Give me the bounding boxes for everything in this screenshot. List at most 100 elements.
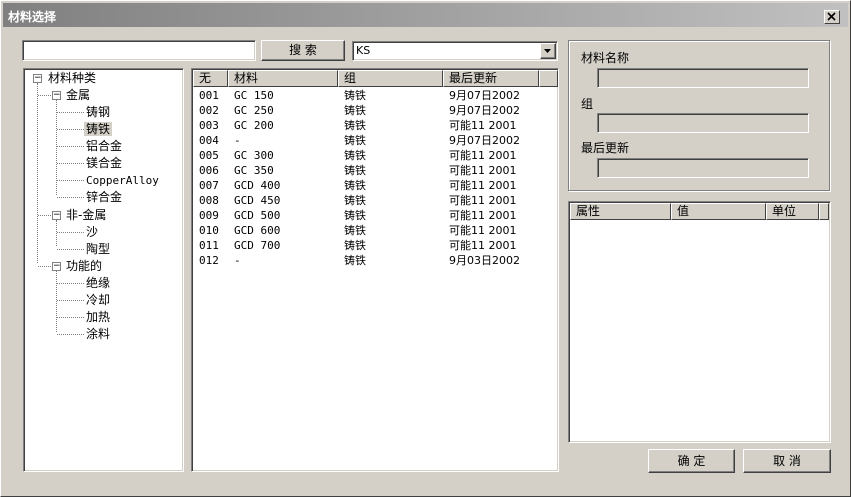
column-header-group[interactable]: 组 — [338, 70, 443, 87]
close-icon — [827, 12, 836, 21]
table-row[interactable]: 006 GC 350 铸铁 可能11 2001 — [193, 163, 538, 178]
tree-line — [38, 215, 51, 216]
cell-no: 006 — [199, 164, 219, 177]
tree-item-magnesium-alloy[interactable]: 镁合金 — [86, 155, 122, 172]
tree-item-sand[interactable]: 沙 — [86, 224, 98, 241]
tree-item-label: 铸钢 — [86, 105, 111, 119]
table-row[interactable]: 009 GCD 500 铸铁 可能11 2001 — [193, 208, 538, 223]
cell-last-updated: 9月07日2002 — [449, 89, 520, 102]
material-list[interactable]: 无 材料 组 最后更新 001 GC 150 铸铁 9月07日2002 002 GC 25… — [191, 68, 559, 472]
tree-line — [57, 232, 84, 233]
tree-item-label: 镁合金 — [86, 156, 123, 170]
category-tree[interactable]: − 材料种类 − 金属 铸钢 铸铁 铝合金 镁合金 CopperAlloy 锌合… — [23, 68, 184, 472]
cell-material: GCD 500 — [234, 209, 281, 222]
table-row[interactable]: 007 GCD 400 铸铁 可能11 2001 — [193, 178, 538, 193]
table-row[interactable]: 012 - 铸铁 9月03日2002 — [193, 253, 538, 268]
cell-no: 002 — [199, 104, 219, 117]
column-header-property[interactable]: 属性 — [570, 203, 671, 220]
metal-expander[interactable]: − — [52, 91, 61, 100]
ok-button[interactable]: 确 定 — [648, 449, 735, 473]
tree-item-label: 冷却 — [86, 293, 111, 307]
cell-group: 铸铁 — [344, 134, 366, 147]
tree-item-ceramic-mold[interactable]: 陶型 — [86, 241, 110, 258]
cancel-button-label: 取 消 — [773, 454, 801, 468]
last-updated-field — [597, 158, 809, 178]
cell-no: 009 — [199, 209, 219, 222]
cell-last-updated: 可能11 2001 — [449, 179, 517, 192]
cell-material: GC 300 — [234, 149, 274, 162]
tree-item-label: 沙 — [86, 225, 99, 239]
table-row[interactable]: 010 GCD 600 铸铁 可能11 2001 — [193, 223, 538, 238]
cell-no: 001 — [199, 89, 219, 102]
tree-item-cast-steel[interactable]: 铸钢 — [86, 104, 110, 121]
tree-line — [57, 249, 84, 250]
tree-item-copper-alloy[interactable]: CopperAlloy — [86, 172, 159, 189]
table-row[interactable]: 001 GC 150 铸铁 9月07日2002 — [193, 88, 538, 103]
cell-last-updated: 可能11 2001 — [449, 164, 517, 177]
tree-item-label-selected: 铸铁 — [84, 122, 113, 136]
material-selection-dialog: 材料选择 搜 索 KS − 材料种类 − 金属 铸钢 铸铁 铝合金 镁合金 Co… — [0, 0, 851, 497]
cell-group: 铸铁 — [344, 254, 366, 267]
cell-group: 铸铁 — [344, 89, 366, 102]
cell-group: 铸铁 — [344, 194, 366, 207]
table-row[interactable]: 011 GCD 700 铸铁 可能11 2001 — [193, 238, 538, 253]
database-combo[interactable]: KS — [352, 41, 558, 61]
table-row[interactable]: 002 GC 250 铸铁 9月07日2002 — [193, 103, 538, 118]
functional-expander[interactable]: − — [52, 262, 61, 271]
tree-item-label: 铝合金 — [86, 139, 123, 153]
material-name-label: 材料名称 — [581, 51, 630, 65]
tree-item-coating[interactable]: 涂料 — [86, 326, 110, 343]
cell-last-updated: 9月07日2002 — [449, 104, 520, 117]
last-updated-label: 最后更新 — [581, 141, 630, 155]
tree-line — [57, 112, 84, 113]
tree-item-cast-iron[interactable]: 铸铁 — [84, 121, 113, 138]
column-header-material[interactable]: 材料 — [228, 70, 338, 87]
tree-group-label: 非-金属 — [66, 208, 107, 222]
table-row[interactable]: 008 GCD 450 铸铁 可能11 2001 — [193, 193, 538, 208]
column-header-no[interactable]: 无 — [193, 70, 228, 87]
column-header-value[interactable]: 值 — [671, 203, 766, 220]
column-header-label: 属性 — [576, 204, 601, 218]
column-header-label: 材料 — [234, 71, 259, 85]
table-row[interactable]: 003 GC 200 铸铁 可能11 2001 — [193, 118, 538, 133]
cell-no: 012 — [199, 254, 219, 267]
cell-last-updated: 可能11 2001 — [449, 194, 517, 207]
cell-no: 004 — [199, 134, 219, 147]
table-row[interactable]: 005 GC 300 铸铁 可能11 2001 — [193, 148, 538, 163]
cancel-button[interactable]: 取 消 — [743, 449, 831, 473]
cell-material: GCD 600 — [234, 224, 281, 237]
combo-dropdown-button[interactable] — [540, 43, 556, 59]
close-button[interactable] — [824, 10, 840, 24]
cell-last-updated: 可能11 2001 — [449, 239, 517, 252]
tree-line — [38, 266, 51, 267]
tree-line — [57, 283, 84, 284]
column-header-unit[interactable]: 单位 — [766, 203, 819, 220]
tree-item-insulation[interactable]: 绝缘 — [86, 275, 110, 292]
search-input[interactable] — [22, 40, 256, 61]
tree-item-aluminum-alloy[interactable]: 铝合金 — [86, 138, 122, 155]
tree-item-heating[interactable]: 加热 — [86, 309, 110, 326]
tree-group-nonmetal[interactable]: 非-金属 — [66, 207, 106, 224]
cell-group: 铸铁 — [344, 104, 366, 117]
tree-group-metal[interactable]: 金属 — [66, 87, 90, 104]
tree-item-cooling[interactable]: 冷却 — [86, 292, 110, 309]
tree-group-functional[interactable]: 功能的 — [66, 258, 102, 275]
properties-list[interactable]: 属性 值 单位 — [568, 201, 831, 443]
column-header-last-updated[interactable]: 最后更新 — [443, 70, 539, 87]
table-row[interactable]: 004 - 铸铁 9月07日2002 — [193, 133, 538, 148]
tree-group-label: 功能的 — [66, 259, 103, 273]
tree-item-zinc-alloy[interactable]: 锌合金 — [86, 189, 122, 206]
cell-last-updated: 可能11 2001 — [449, 149, 517, 162]
cell-group: 铸铁 — [344, 209, 366, 222]
tree-line — [57, 334, 84, 335]
cell-group: 铸铁 — [344, 149, 366, 162]
cell-no: 008 — [199, 194, 219, 207]
column-header-filler — [819, 203, 829, 220]
root-expander[interactable]: − — [33, 74, 42, 83]
nonmetal-expander[interactable]: − — [52, 211, 61, 220]
cell-last-updated: 可能11 2001 — [449, 119, 517, 132]
cell-group: 铸铁 — [344, 119, 366, 132]
group-field — [597, 113, 809, 133]
tree-root[interactable]: 材料种类 — [48, 70, 96, 87]
search-button[interactable]: 搜 索 — [261, 40, 345, 61]
